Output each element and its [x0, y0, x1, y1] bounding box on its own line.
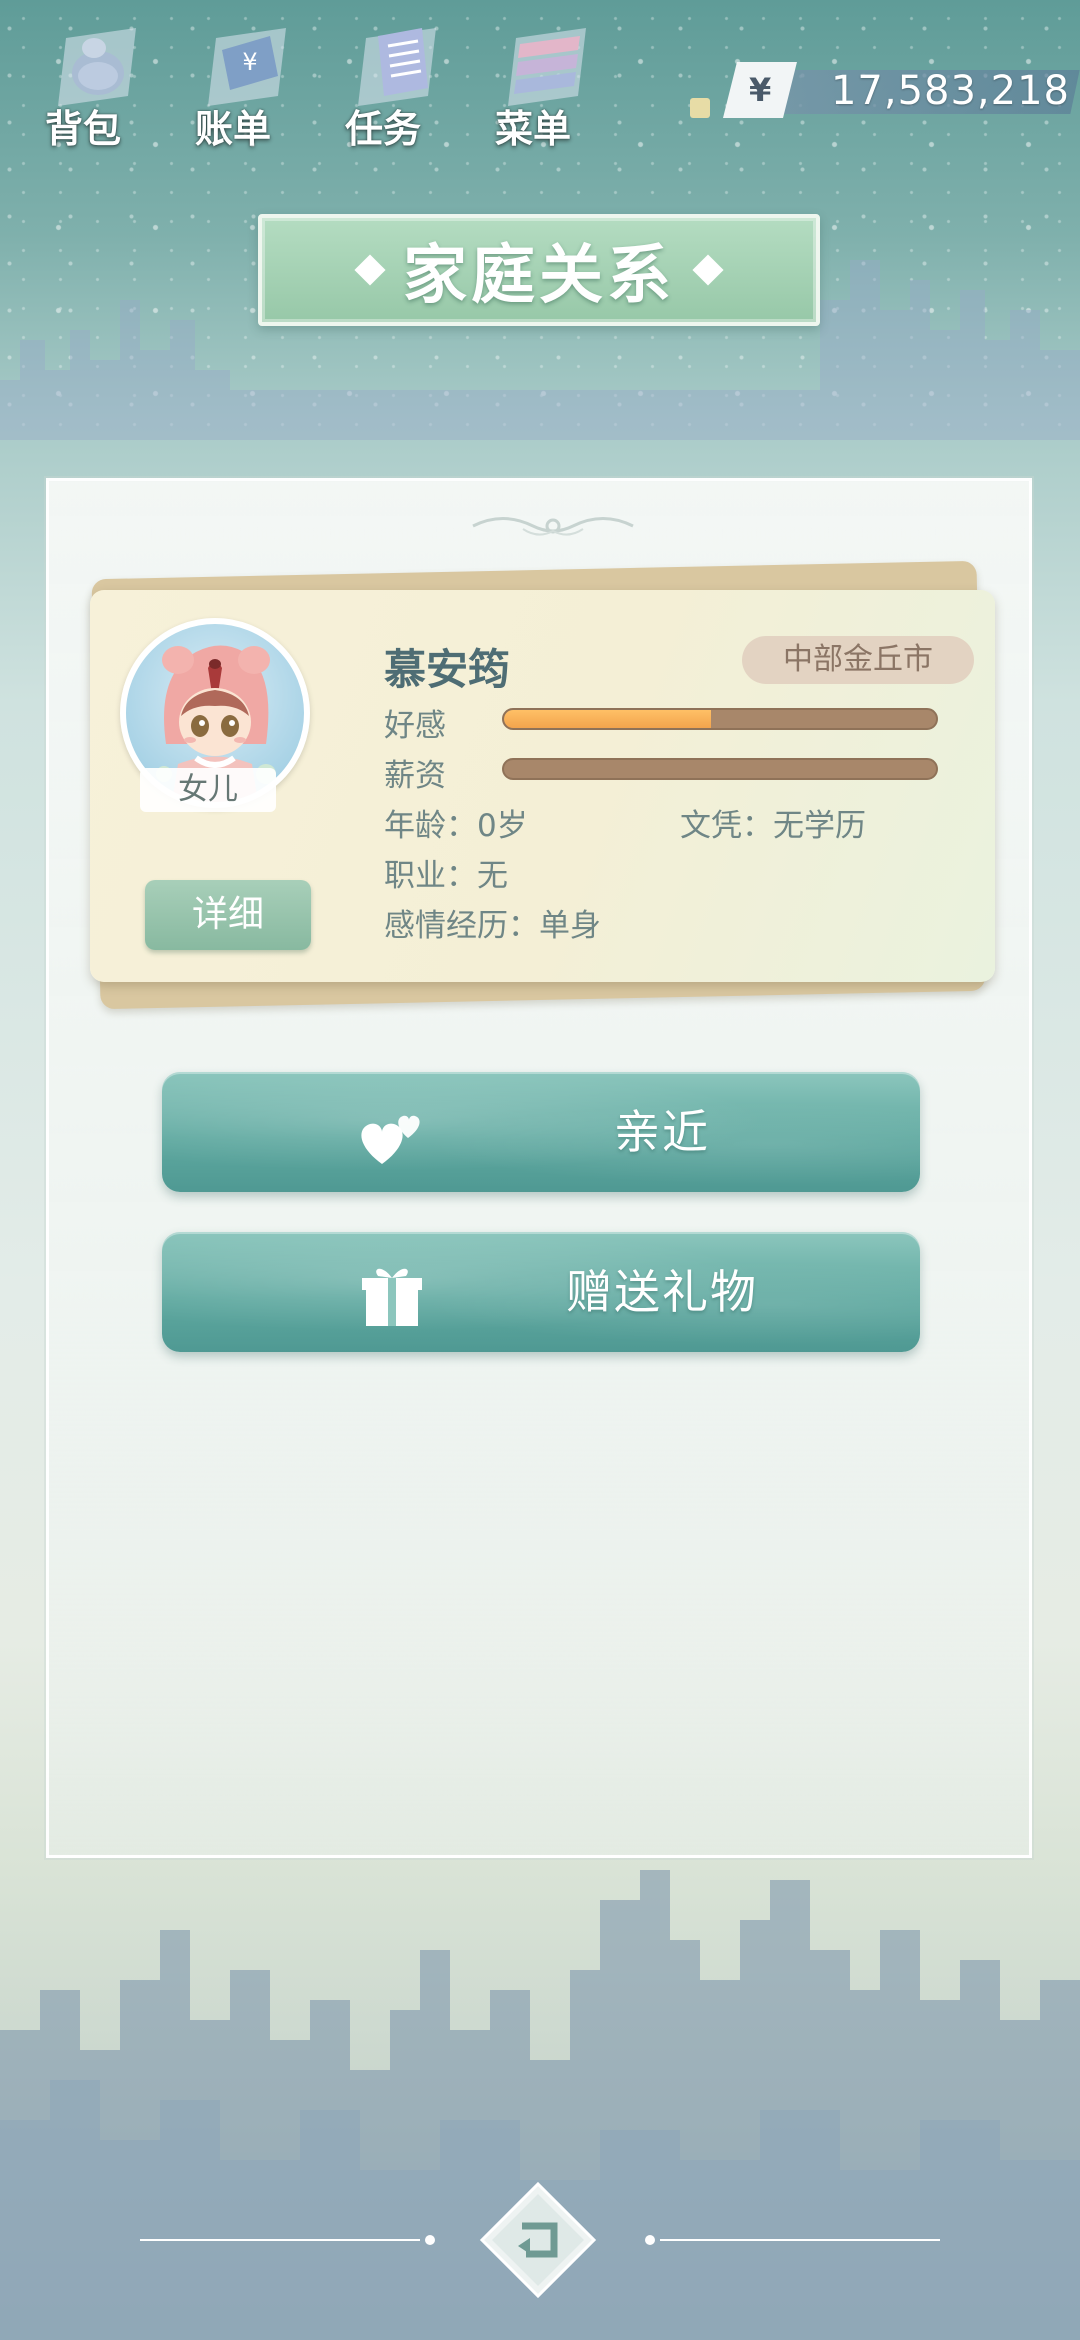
- job-value: 无: [477, 858, 508, 894]
- affection-bar: [502, 708, 938, 730]
- affection-label: 好感: [384, 708, 446, 744]
- page-title-banner: 家庭关系: [258, 214, 820, 326]
- nav-menu-label: 菜单: [494, 107, 571, 151]
- romance-info: 感情经历：单身: [384, 900, 601, 945]
- education-value: 无学历: [773, 808, 866, 844]
- character-name: 慕安筠: [384, 645, 511, 694]
- romance-value: 单身: [539, 908, 601, 944]
- nav-backpack-label: 背包: [44, 107, 121, 151]
- approach-label: 亲近: [614, 1105, 710, 1159]
- relation-label: 女儿: [140, 768, 276, 812]
- detail-button[interactable]: 详细: [145, 880, 311, 950]
- approach-button[interactable]: 亲近: [162, 1072, 920, 1192]
- app-root: 背包 ¥ 账单 任务 菜单 ¥ 17,583,218 家庭关系 女儿 详细 慕安…: [0, 0, 1080, 2340]
- back-line-left: [140, 2235, 435, 2245]
- job-label: 职业：: [384, 858, 477, 894]
- nav-bill-button[interactable]: ¥ 账单: [178, 18, 308, 151]
- money-display: ¥ 17,583,218: [690, 62, 1080, 118]
- diamond-right-icon: [692, 254, 724, 286]
- nav-bill-label: 账单: [194, 107, 271, 151]
- location-badge: 中部金丘市: [742, 636, 974, 684]
- nav-task-button[interactable]: 任务: [328, 18, 458, 151]
- romance-label: 感情经历：: [384, 908, 539, 944]
- job-info: 职业：无: [384, 850, 508, 895]
- money-chip: [690, 98, 710, 118]
- svg-text:¥: ¥: [242, 48, 257, 76]
- age-value: 0岁: [477, 808, 528, 844]
- age-label: 年龄：: [384, 808, 477, 844]
- back-line-right: [645, 2235, 940, 2245]
- nav-task-label: 任务: [344, 107, 421, 151]
- diamond-left-icon: [354, 254, 386, 286]
- page-title: 家庭关系: [403, 239, 675, 313]
- back-button[interactable]: [478, 2180, 598, 2300]
- gift-button[interactable]: 赠送礼物: [162, 1232, 920, 1352]
- affection-bar-fill: [504, 710, 712, 728]
- gift-label: 赠送礼物: [566, 1265, 758, 1319]
- education-label: 文凭：: [680, 808, 773, 844]
- age-info: 年龄：0岁: [384, 800, 528, 845]
- salary-label: 薪资: [384, 758, 446, 794]
- ornament-icon: [472, 517, 634, 536]
- nav-menu-button[interactable]: 菜单: [478, 18, 608, 151]
- education-info: 文凭：无学历: [680, 800, 866, 845]
- profile-card: 女儿 详细 慕安筠 中部金丘市 好感 薪资 年龄：0岁 文凭：无学历 职业：无 …: [90, 590, 995, 982]
- nav-backpack-button[interactable]: 背包: [28, 18, 158, 151]
- salary-bar: [502, 758, 938, 780]
- money-amount: 17,583,218: [830, 68, 1070, 114]
